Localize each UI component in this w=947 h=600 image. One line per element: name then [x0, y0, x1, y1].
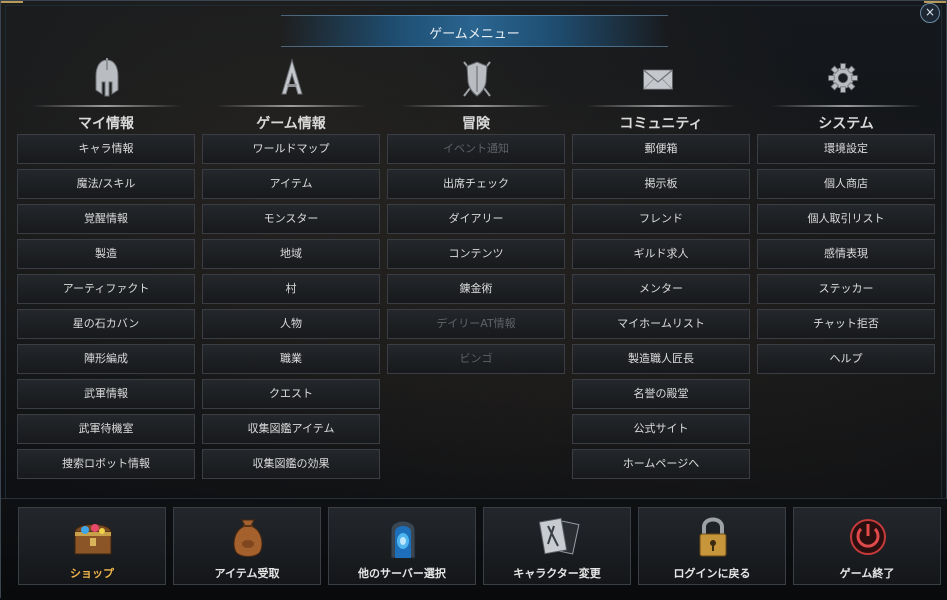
header-glow [586, 105, 736, 107]
menu-item-army-waiting-room[interactable]: 武軍待機室 [17, 414, 195, 444]
menu-item-awakening-info[interactable]: 覚醒情報 [17, 204, 195, 234]
menu-item-emotes[interactable]: 感情表現 [757, 239, 935, 269]
character-cards-icon [538, 517, 580, 555]
portal-icon [390, 520, 416, 559]
corner-ornament [1, 1, 23, 17]
menu-item-jobs[interactable]: 職業 [202, 344, 380, 374]
window-title: ゲームメニュー [429, 27, 520, 42]
item-receive-button[interactable]: アイテム受取 [173, 507, 321, 585]
menu-item-bulletin-board[interactable]: 掲示板 [572, 169, 750, 199]
game-menu-window: ゲームメニュー × マイ情報 キャラ情報 魔法/スキル 覚醒情報 製造 アーティ… [0, 0, 947, 600]
column-system: システム 環境設定 個人商店 個人取引リスト 感情表現 ステッカー チャット拒否… [757, 56, 935, 379]
header-glow [216, 105, 366, 107]
menu-item-alchemy[interactable]: 錬金術 [387, 274, 565, 304]
menu-item-world-map[interactable]: ワールドマップ [202, 134, 380, 164]
menu-item-stickers[interactable]: ステッカー [757, 274, 935, 304]
menu-item-star-stone-bag[interactable]: 星の石カバン [17, 309, 195, 339]
menu-item-character-info[interactable]: キャラ情報 [17, 134, 195, 164]
shop-button[interactable]: ショップ [18, 507, 166, 585]
menu-item-collection-items[interactable]: 収集図鑑アイテム [202, 414, 380, 444]
character-change-button[interactable]: キャラクター変更 [483, 507, 631, 585]
menu-item-settings[interactable]: 環境設定 [757, 134, 935, 164]
pouch-icon [233, 519, 263, 557]
bottom-action-bar: ショップ アイテム受取 他のサーバー選択 キャラクター変更 ログインに戻る ゲー… [1, 498, 947, 600]
shop-label: ショップ [70, 567, 114, 580]
menu-item-help[interactable]: ヘルプ [757, 344, 935, 374]
menu-item-collection-effects[interactable]: 収集図鑑の効果 [202, 449, 380, 479]
mail-icon [643, 69, 673, 90]
quit-game-label: ゲーム終了 [839, 567, 895, 580]
column-title: ゲーム情報 [256, 116, 326, 132]
column-my-info: マイ情報 キャラ情報 魔法/スキル 覚醒情報 製造 アーティファクト 星の石カバ… [17, 56, 195, 484]
menu-item-hall-of-fame[interactable]: 名誉の殿堂 [572, 379, 750, 409]
menu-item-trade-list[interactable]: 個人取引リスト [757, 204, 935, 234]
power-icon [850, 519, 886, 555]
menu-item-chat-block[interactable]: チャット拒否 [757, 309, 935, 339]
gear-icon [828, 63, 858, 93]
menu-item-diary[interactable]: ダイアリー [387, 204, 565, 234]
header-glow [771, 105, 921, 107]
menu-item-monsters[interactable]: モンスター [202, 204, 380, 234]
column-game-info: ゲーム情報 ワールドマップ アイテム モンスター 地域 村 人物 職業 クエスト… [202, 56, 380, 484]
menu-item-official-site[interactable]: 公式サイト [572, 414, 750, 444]
menu-item-event-notice: イベント通知 [387, 134, 565, 164]
server-select-button[interactable]: 他のサーバー選択 [328, 507, 476, 585]
column-title: 冒険 [462, 116, 490, 132]
menu-item-search-robot-info[interactable]: 捜索ロボット情報 [17, 449, 195, 479]
header-glow [401, 105, 551, 107]
menu-item-mailbox[interactable]: 郵便箱 [572, 134, 750, 164]
menu-item-attendance-check[interactable]: 出席チェック [387, 169, 565, 199]
helmet-icon [95, 58, 119, 97]
menu-item-guild-recruit[interactable]: ギルド求人 [572, 239, 750, 269]
menu-item-artifact[interactable]: アーティファクト [17, 274, 195, 304]
title-bar: ゲームメニュー [281, 15, 668, 47]
return-to-login-label: ログインに戻る [673, 567, 751, 580]
server-select-label: 他のサーバー選択 [358, 567, 446, 580]
column-header: 冒険 [387, 56, 565, 134]
padlock-icon [699, 517, 727, 557]
column-title: システム [818, 116, 874, 132]
menu-item-bingo: ビンゴ [387, 344, 565, 374]
menu-item-personal-shop[interactable]: 個人商店 [757, 169, 935, 199]
column-header: システム [757, 56, 935, 134]
column-community: コミュニティ 郵便箱 掲示板 フレンド ギルド求人 メンター マイホームリスト … [572, 56, 750, 484]
return-to-login-button[interactable]: ログインに戻る [638, 507, 786, 585]
menu-item-contents[interactable]: コンテンツ [387, 239, 565, 269]
menu-item-crafting[interactable]: 製造 [17, 239, 195, 269]
treasure-chest-icon [74, 524, 112, 555]
column-header: コミュニティ [572, 56, 750, 134]
menu-item-mentor[interactable]: メンター [572, 274, 750, 304]
close-button[interactable]: × [920, 3, 940, 23]
menu-item-regions[interactable]: 地域 [202, 239, 380, 269]
menu-item-magic-skill[interactable]: 魔法/スキル [17, 169, 195, 199]
header-glow [31, 105, 181, 107]
column-header: マイ情報 [17, 56, 195, 134]
menu-item-my-home-list[interactable]: マイホームリスト [572, 309, 750, 339]
menu-item-items[interactable]: アイテム [202, 169, 380, 199]
menu-item-daily-at-info: デイリーAT情報 [387, 309, 565, 339]
column-adventure: 冒険 イベント通知 出席チェック ダイアリー コンテンツ 錬金術 デイリーAT情… [387, 56, 565, 379]
column-title: コミュニティ [619, 116, 703, 132]
shield-swords-icon [463, 61, 491, 97]
menu-item-quests[interactable]: クエスト [202, 379, 380, 409]
menu-item-characters[interactable]: 人物 [202, 309, 380, 339]
menu-item-formation[interactable]: 陣形編成 [17, 344, 195, 374]
emblem-icon [281, 58, 303, 95]
column-title: マイ情報 [78, 116, 134, 132]
menu-item-homepage[interactable]: ホームページへ [572, 449, 750, 479]
menu-item-villages[interactable]: 村 [202, 274, 380, 304]
item-receive-label: アイテム受取 [214, 567, 280, 580]
menu-item-friends[interactable]: フレンド [572, 204, 750, 234]
menu-item-army-info[interactable]: 武軍情報 [17, 379, 195, 409]
character-change-label: キャラクター変更 [513, 567, 601, 580]
menu-item-master-crafter[interactable]: 製造職人匠長 [572, 344, 750, 374]
quit-game-button[interactable]: ゲーム終了 [793, 507, 941, 585]
column-header: ゲーム情報 [202, 56, 380, 134]
